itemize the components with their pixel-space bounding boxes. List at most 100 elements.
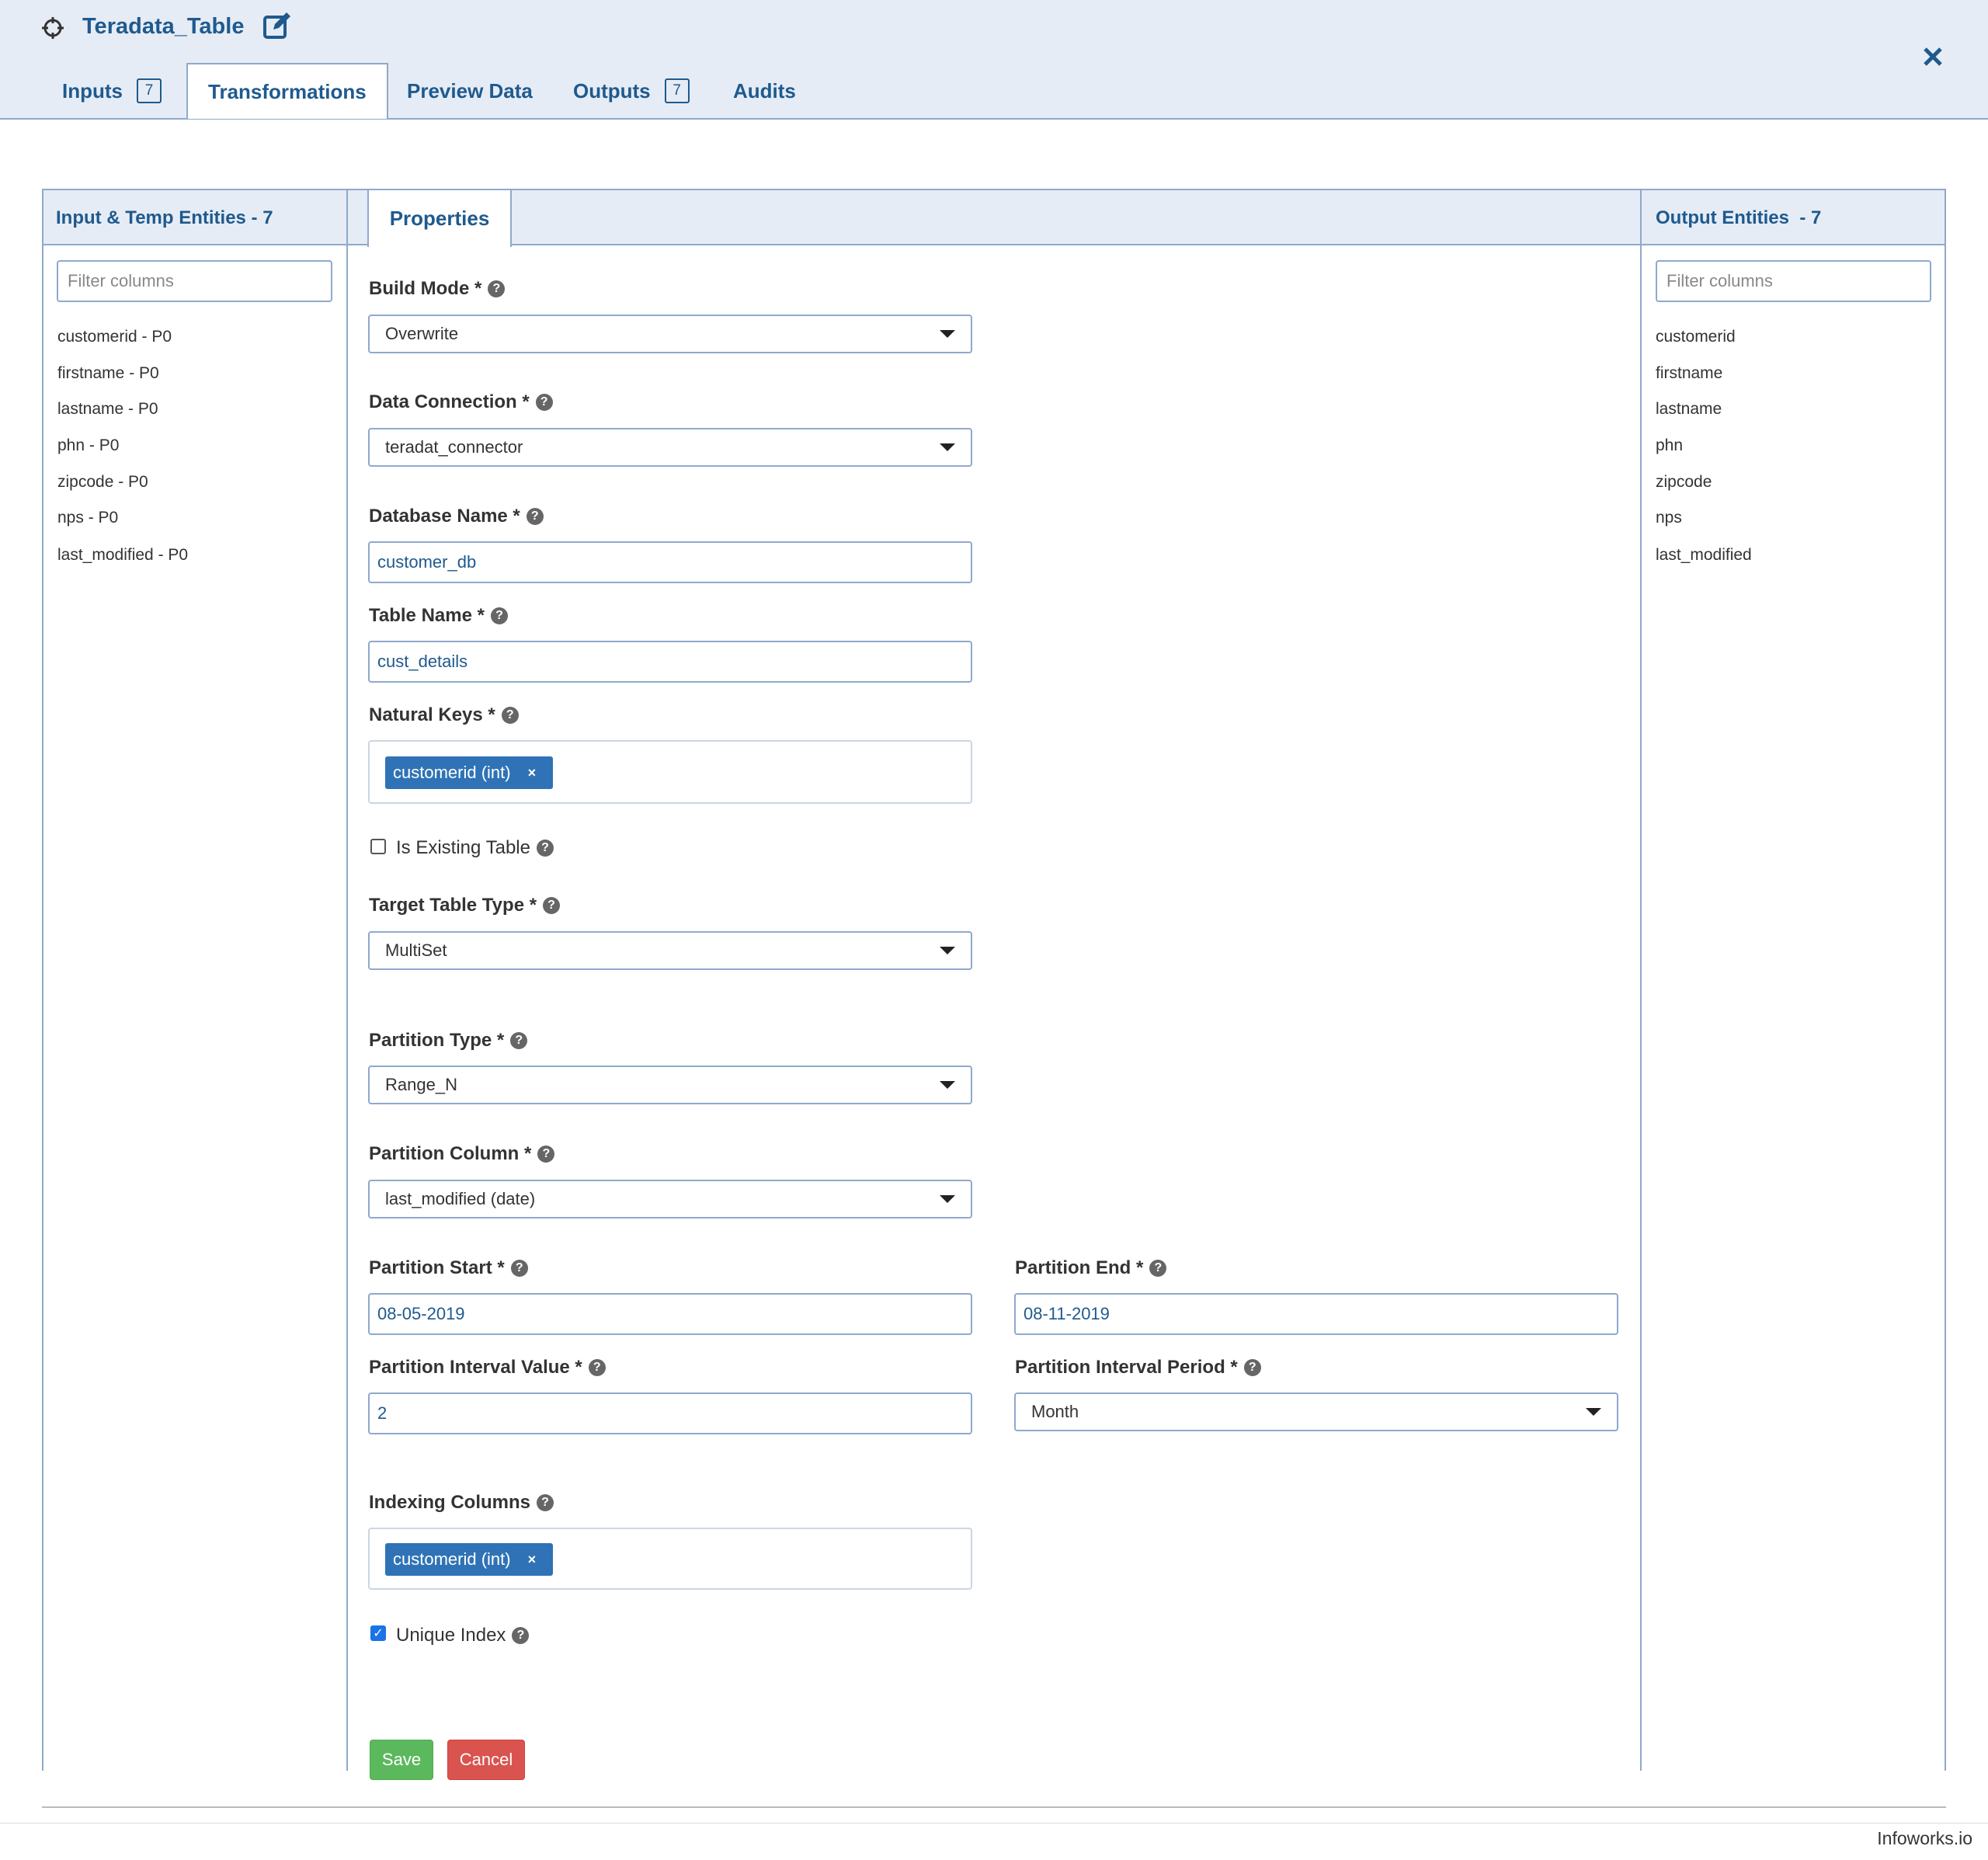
partition-column-label-text: Partition Column * (369, 1143, 532, 1164)
database-name-input[interactable]: customer_db (368, 541, 972, 583)
list-item[interactable]: zipcode - P0 (57, 473, 188, 509)
input-entities-header: Input & Temp Entities - 7 (43, 190, 346, 245)
save-button[interactable]: Save (370, 1740, 433, 1780)
target-table-type-label-text: Target Table Type * (369, 895, 537, 916)
build-mode-label-text: Build Mode * (369, 278, 482, 299)
output-filter-input[interactable]: Filter columns (1656, 260, 1931, 302)
list-item[interactable]: last_modified - P0 (57, 546, 188, 582)
help-icon[interactable]: ? (510, 1260, 528, 1277)
caret-down-icon (940, 330, 955, 338)
help-icon[interactable]: ? (512, 1627, 530, 1644)
help-icon[interactable]: ? (510, 1032, 528, 1049)
partition-type-select[interactable]: Range_N (368, 1066, 972, 1104)
help-icon[interactable]: ? (490, 607, 508, 624)
data-connection-value: teradat_connector (385, 437, 523, 457)
partition-start-label: Partition Start *? (369, 1257, 528, 1279)
natural-keys-label: Natural Keys *? (369, 704, 519, 726)
data-connection-select[interactable]: teradat_connector (368, 428, 972, 467)
unique-index-label: Unique Index? (396, 1625, 530, 1646)
output-entities-title: Output Entities - 7 (1656, 207, 1822, 228)
tag-label: customerid (int) (393, 763, 511, 782)
partition-interval-value-input[interactable]: 2 (368, 1392, 972, 1434)
partition-interval-value-label-text: Partition Interval Value * (369, 1357, 582, 1378)
table-name-label-text: Table Name * (369, 605, 485, 626)
table-name-label: Table Name *? (369, 605, 508, 627)
list-item[interactable]: customerid - P0 (57, 328, 188, 364)
caret-down-icon (940, 443, 955, 451)
help-icon[interactable]: ? (488, 280, 506, 297)
list-item[interactable]: nps (1656, 509, 1752, 546)
data-connection-label: Data Connection *? (369, 391, 553, 413)
help-icon[interactable]: ? (588, 1359, 606, 1376)
indexing-columns-label-text: Indexing Columns (369, 1492, 531, 1513)
help-icon[interactable]: ? (526, 508, 544, 525)
cancel-button[interactable]: Cancel (447, 1740, 525, 1780)
tab-audits[interactable]: Audits (733, 64, 796, 118)
count-badge: 7 (664, 78, 690, 103)
unique-index-checkbox[interactable]: ✓ (370, 1625, 386, 1641)
help-icon[interactable]: ? (543, 897, 561, 914)
help-icon[interactable]: ? (501, 707, 519, 724)
remove-tag-icon[interactable]: × (528, 765, 537, 781)
input-entity-list: customerid - P0 firstname - P0 lastname … (57, 328, 188, 582)
partition-type-label: Partition Type *? (369, 1030, 528, 1052)
list-item[interactable]: phn - P0 (57, 436, 188, 473)
partition-type-value: Range_N (385, 1075, 457, 1094)
list-item[interactable]: phn (1656, 436, 1752, 473)
list-item[interactable]: firstname (1656, 364, 1752, 400)
list-item[interactable]: firstname - P0 (57, 364, 188, 400)
natural-key-tag: customerid (int) × (385, 756, 553, 789)
tab-preview-data[interactable]: Preview Data (407, 64, 533, 118)
help-icon[interactable]: ? (536, 840, 554, 857)
help-icon[interactable]: ? (535, 394, 553, 411)
help-icon[interactable]: ? (537, 1494, 554, 1511)
list-item[interactable]: last_modified (1656, 546, 1752, 582)
partition-interval-period-select[interactable]: Month (1014, 1392, 1618, 1431)
tab-outputs[interactable]: Outputs 7 (573, 64, 690, 118)
indexing-column-tag: customerid (int) × (385, 1543, 553, 1576)
data-connection-label-text: Data Connection * (369, 391, 530, 412)
is-existing-table-label: Is Existing Table? (396, 837, 554, 859)
tag-label: customerid (int) (393, 1549, 511, 1569)
page-title: Teradata_Table (82, 14, 245, 39)
crosshair-icon (40, 16, 65, 40)
edit-icon[interactable] (262, 11, 292, 40)
unique-index-text: Unique Index (396, 1625, 506, 1646)
natural-keys-label-text: Natural Keys * (369, 704, 495, 725)
partition-end-label: Partition End *? (1015, 1257, 1167, 1279)
count-badge: 7 (137, 78, 162, 103)
target-table-type-value: MultiSet (385, 940, 447, 960)
is-existing-table-checkbox[interactable] (370, 839, 386, 854)
target-table-type-select[interactable]: MultiSet (368, 931, 972, 970)
remove-tag-icon[interactable]: × (528, 1552, 537, 1568)
tab-transformations[interactable]: Transformations (186, 63, 388, 119)
partition-interval-period-label-text: Partition Interval Period * (1015, 1357, 1238, 1378)
footer-brand: Infoworks.io (1877, 1828, 1972, 1848)
output-entities-header: Output Entities - 7 (1642, 190, 1945, 245)
partition-end-input[interactable]: 08-11-2019 (1014, 1293, 1618, 1335)
partition-column-label: Partition Column *? (369, 1143, 555, 1165)
database-name-label: Database Name *? (369, 506, 544, 527)
help-icon[interactable]: ? (1243, 1359, 1261, 1376)
tab-label: Audits (733, 78, 796, 103)
partition-type-label-text: Partition Type * (369, 1030, 505, 1051)
table-name-input[interactable]: cust_details (368, 641, 972, 683)
caret-down-icon (940, 1195, 955, 1203)
partition-start-label-text: Partition Start * (369, 1257, 505, 1278)
partition-start-input[interactable]: 08-05-2019 (368, 1293, 972, 1335)
help-icon[interactable]: ? (537, 1146, 555, 1163)
help-icon[interactable]: ? (1149, 1260, 1167, 1277)
build-mode-label: Build Mode *? (369, 278, 506, 300)
partition-column-select[interactable]: last_modified (date) (368, 1180, 972, 1219)
list-item[interactable]: zipcode (1656, 473, 1752, 509)
tab-inputs[interactable]: Inputs 7 (62, 64, 162, 118)
list-item[interactable]: nps - P0 (57, 509, 188, 546)
list-item[interactable]: customerid (1656, 328, 1752, 364)
input-filter-input[interactable]: Filter columns (57, 260, 332, 302)
build-mode-select[interactable]: Overwrite (368, 315, 972, 353)
list-item[interactable]: lastname (1656, 400, 1752, 436)
tab-properties[interactable]: Properties (367, 189, 512, 247)
close-icon[interactable] (1921, 45, 1945, 68)
partition-column-value: last_modified (date) (385, 1189, 536, 1208)
list-item[interactable]: lastname - P0 (57, 400, 188, 436)
